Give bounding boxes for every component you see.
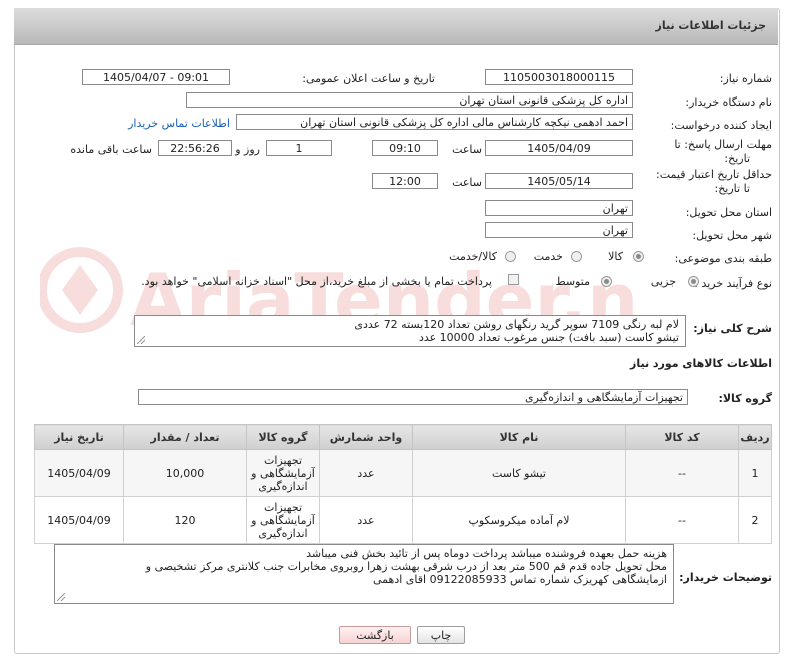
cell-name: تیشو کاست <box>412 449 626 497</box>
validity-time-label: ساعت <box>452 176 482 189</box>
cell-code: -- <box>625 496 739 544</box>
province-label: استان محل تحویل: <box>685 206 772 219</box>
need-number-label: شماره نیاز: <box>719 72 772 85</box>
category-goods-radio[interactable] <box>633 251 644 262</box>
process-medium-radio[interactable] <box>601 276 612 287</box>
days-remaining-field: 1 <box>266 140 332 156</box>
validity-label-2: تا تاریخ: <box>714 182 750 195</box>
description-label: شرح کلی نیاز: <box>693 322 772 335</box>
cell-row: 1 <box>738 449 772 497</box>
description-line-1: لام لبه رنگی 7109 سوپر گرید رنگهای روشن … <box>354 318 679 331</box>
category-service-radio[interactable] <box>571 251 582 262</box>
payment-note: پرداخت تمام یا بخشی از مبلغ خرید،از محل … <box>141 275 492 288</box>
col-name: نام کالا <box>412 424 626 450</box>
cell-row: 2 <box>738 496 772 544</box>
table-row[interactable]: 2 -- لام آماده میکروسکوپ عدد تجهیزات آزم… <box>34 496 772 544</box>
cell-need-date: 1405/04/09 <box>34 496 124 544</box>
process-minor-radio[interactable] <box>688 276 699 287</box>
buyer-label: نام دستگاه خریدار: <box>685 96 772 109</box>
buyer-notes-line-2: محل تحویل جاده قدم قم 500 متر بعد از درب… <box>145 560 667 573</box>
days-label: روز و <box>235 143 260 156</box>
cell-need-date: 1405/04/09 <box>34 449 124 497</box>
panel-header: جزئیات اطلاعات نیاز <box>14 8 778 45</box>
col-code: کد کالا <box>625 424 739 450</box>
buyer-field: اداره کل پزشکی قانونی استان تهران <box>186 92 633 108</box>
col-quantity: تعداد / مقدار <box>123 424 247 450</box>
cell-quantity: 10,000 <box>123 449 247 497</box>
category-label: طبقه بندی موضوعی: <box>674 252 772 265</box>
category-service-label: خدمت <box>533 250 563 263</box>
cell-name: لام آماده میکروسکوپ <box>412 496 626 544</box>
creator-field: احمد ادهمی نیکچه کارشناس مالی اداره کل پ… <box>236 114 633 130</box>
buyer-notes-label: توضیحات خریدار: <box>679 571 772 584</box>
time-remaining-field: 22:56:26 <box>158 140 232 156</box>
treasury-payment-checkbox[interactable] <box>508 274 519 285</box>
deadline-date-field: 1405/04/09 <box>485 140 633 156</box>
deadline-time-field: 09:10 <box>372 140 438 156</box>
announce-field: 1405/04/07 - 09:01 <box>82 69 230 85</box>
category-goods-label: کالا <box>608 250 623 263</box>
deadline-label-1: مهلت ارسال پاسخ: تا <box>674 138 772 151</box>
table-row[interactable]: 1 -- تیشو کاست عدد تجهیزات آزمایشگاهی و … <box>34 449 772 497</box>
items-table: ردیف کد کالا نام کالا واحد شمارش گروه کا… <box>34 424 772 544</box>
cell-group: تجهیزات آزمایشگاهی و اندازه‌گیری <box>246 449 320 497</box>
process-medium-label: متوسط <box>555 275 590 288</box>
validity-time-field: 12:00 <box>372 173 438 189</box>
description-textarea[interactable]: لام لبه رنگی 7109 سوپر گرید رنگهای روشن … <box>134 315 686 347</box>
validity-date-field: 1405/05/14 <box>485 173 633 189</box>
process-label: نوع فرآیند خرید : <box>694 277 772 290</box>
city-label: شهر محل تحویل: <box>692 229 772 242</box>
province-field: تهران <box>485 200 633 216</box>
col-group: گروه کالا <box>246 424 320 450</box>
resize-grip-icon[interactable] <box>57 593 65 601</box>
buyer-notes-line-1: هزینه حمل بعهده فروشنده میباشد پرداخت دو… <box>306 547 667 560</box>
announce-label: تاریخ و ساعت اعلان عمومی: <box>302 72 435 85</box>
buyer-notes-textarea[interactable]: هزینه حمل بعهده فروشنده میباشد پرداخت دو… <box>54 544 674 604</box>
col-row: ردیف <box>738 424 772 450</box>
buyer-notes-line-3: ازمایشگاهی کهریزک شماره تماس 09122085933… <box>373 573 667 586</box>
deadline-time-label: ساعت <box>452 143 482 156</box>
deadline-label-2: تاریخ: <box>724 152 750 165</box>
goods-group-field: تجهیزات آزمایشگاهی و اندازه‌گیری <box>138 389 688 405</box>
process-minor-label: جزیی <box>650 275 676 288</box>
category-both-label: کالا/خدمت <box>449 250 497 263</box>
table-header-row: ردیف کد کالا نام کالا واحد شمارش گروه کا… <box>34 424 772 450</box>
description-line-2: تیشو کاست (سبد بافت) جنس مرغوب تعداد 100… <box>418 331 679 344</box>
print-button[interactable]: چاپ <box>417 626 465 644</box>
col-unit: واحد شمارش <box>319 424 413 450</box>
city-field: تهران <box>485 222 633 238</box>
resize-grip-icon[interactable] <box>137 336 145 344</box>
goods-group-label: گروه کالا: <box>718 392 772 405</box>
goods-section-title: اطلاعات کالاهای مورد نیاز <box>630 357 772 370</box>
cell-group: تجهیزات آزمایشگاهی و اندازه‌گیری <box>246 496 320 544</box>
creator-label: ایجاد کننده درخواست: <box>670 119 772 132</box>
col-need-date: تاریخ نیاز <box>34 424 124 450</box>
category-both-radio[interactable] <box>505 251 516 262</box>
cell-code: -- <box>625 449 739 497</box>
cell-unit: عدد <box>319 449 413 497</box>
cell-quantity: 120 <box>123 496 247 544</box>
need-number-field: 1105003018000115 <box>485 69 633 85</box>
back-button[interactable]: بازگشت <box>339 626 411 644</box>
remaining-label: ساعت باقی مانده <box>70 143 152 156</box>
cell-unit: عدد <box>319 496 413 544</box>
validity-label-1: حداقل تاریخ اعتبار قیمت: <box>656 168 772 181</box>
contact-buyer-link[interactable]: اطلاعات تماس خریدار <box>128 117 230 130</box>
panel-title: جزئیات اطلاعات نیاز <box>655 19 767 32</box>
